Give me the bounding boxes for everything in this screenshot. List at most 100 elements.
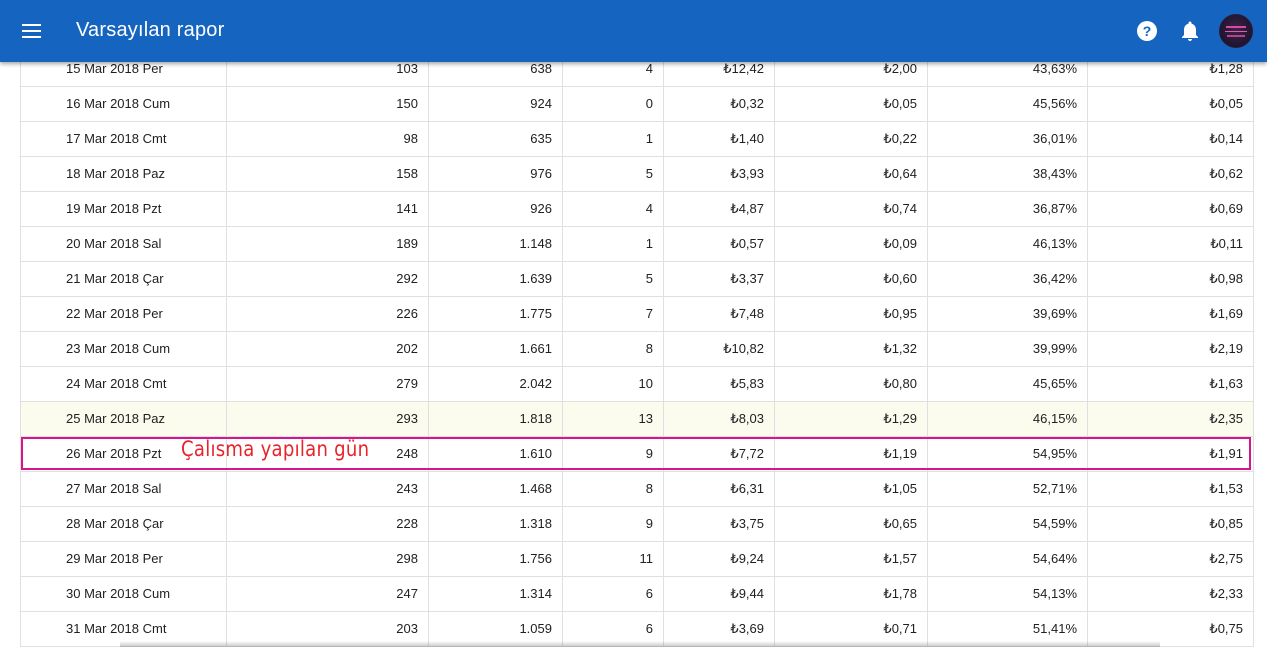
value-cell: 5 (563, 157, 664, 191)
date-cell: 16 Mar 2018 Cum (21, 87, 227, 121)
value-cell: 1 (563, 227, 664, 261)
value-cell: ₺9,24 (664, 542, 775, 576)
value-cell: ₺0,74 (775, 192, 928, 226)
value-cell: 39,69% (928, 297, 1088, 331)
value-cell: ₺0,22 (775, 122, 928, 156)
value-cell: 226 (227, 297, 429, 331)
value-cell: ₺8,03 (664, 402, 775, 436)
value-cell: 150 (227, 87, 429, 121)
value-cell: ₺0,09 (775, 227, 928, 261)
report-table: 15 Mar 2018 Per 103 638 4 ₺12,42 ₺2,00 43,63% ₺… (20, 52, 1254, 647)
value-cell: 6 (563, 577, 664, 611)
value-cell: ₺2,75 (1209, 551, 1243, 566)
value-cell: ₺0,60 (775, 262, 928, 296)
value-cell: 39,99% (928, 332, 1088, 366)
value-cell: ₺1,57 (775, 542, 928, 576)
date-cell: 19 Mar 2018 Pzt (21, 192, 227, 226)
avatar[interactable] (1219, 14, 1253, 48)
value-cell: 46,13% (928, 227, 1088, 261)
table-row[interactable]: 18 Mar 2018 Paz 158 976 5 ₺3,93 ₺0,64 38,43% ₺0… (21, 157, 1253, 192)
table-row[interactable]: 30 Mar 2018 Cum 247 1.314 6 ₺9,44 ₺1,78 54,13%… (21, 577, 1253, 612)
value-cell: ₺6,31 (664, 472, 775, 506)
value-cell: 98 (227, 122, 429, 156)
table-row[interactable]: 28 Mar 2018 Çar 228 1.318 9 ₺3,75 ₺0,65 54,59%… (21, 507, 1253, 542)
date-cell: 30 Mar 2018 Cum (21, 577, 227, 611)
value-cell: 54,13% (928, 577, 1088, 611)
value-cell: 1.318 (429, 507, 563, 541)
value-cell: 298 (227, 542, 429, 576)
value-cell: ₺0,11 (1210, 236, 1243, 251)
value-cell: 8 (563, 472, 664, 506)
value-cell: 926 (429, 192, 563, 226)
value-cell: ₺0,64 (775, 157, 928, 191)
value-cell: 1.818 (429, 402, 563, 436)
menu-icon[interactable] (20, 19, 44, 43)
value-cell: ₺0,62 (1209, 166, 1243, 181)
value-cell: ₺0,57 (664, 227, 775, 261)
app-bar: Varsayılan rapor ? (0, 0, 1267, 62)
value-cell: ₺1,69 (1209, 306, 1243, 321)
value-cell: ₺2,33 (1209, 586, 1243, 601)
value-cell: 1.775 (429, 297, 563, 331)
date-cell: 27 Mar 2018 Sal (21, 472, 227, 506)
value-cell: 54,59% (928, 507, 1088, 541)
table-row[interactable]: 26 Mar 2018 Pzt 248 1.610 9 ₺7,72 ₺1,19 54,95%… (21, 437, 1253, 472)
value-cell: 1.148 (429, 227, 563, 261)
value-cell: 243 (227, 472, 429, 506)
value-cell: 1.639 (429, 262, 563, 296)
value-cell: 228 (227, 507, 429, 541)
value-cell: ₺0,14 (1209, 131, 1243, 146)
value-cell: ₺0,80 (775, 367, 928, 401)
value-cell: ₺1,63 (1209, 376, 1243, 391)
date-cell: 18 Mar 2018 Paz (21, 157, 227, 191)
value-cell: ₺7,72 (664, 437, 775, 471)
date-cell: 22 Mar 2018 Per (21, 297, 227, 331)
value-cell: ₺3,93 (664, 157, 775, 191)
table-body: 15 Mar 2018 Per 103 638 4 ₺12,42 ₺2,00 43,63% ₺… (21, 52, 1253, 647)
table-row[interactable]: 24 Mar 2018 Cmt 279 2.042 10 ₺5,83 ₺0,80 45,65… (21, 367, 1253, 402)
table-row[interactable]: 27 Mar 2018 Sal 243 1.468 8 ₺6,31 ₺1,05 52,71%… (21, 472, 1253, 507)
table-row[interactable]: 21 Mar 2018 Çar 292 1.639 5 ₺3,37 ₺0,60 36,42%… (21, 262, 1253, 297)
value-cell: 13 (563, 402, 664, 436)
value-cell: ₺10,82 (664, 332, 775, 366)
value-cell: 9 (563, 507, 664, 541)
value-cell: ₺1,78 (775, 577, 928, 611)
value-cell: ₺2,19 (1209, 341, 1243, 356)
value-cell: 36,87% (928, 192, 1088, 226)
value-cell: 4 (563, 192, 664, 226)
date-cell: 24 Mar 2018 Cmt (21, 367, 227, 401)
table-row[interactable]: 23 Mar 2018 Cum 202 1.661 8 ₺10,82 ₺1,32 39,99… (21, 332, 1253, 367)
value-cell: ₺1,05 (775, 472, 928, 506)
value-cell: 279 (227, 367, 429, 401)
value-cell: 45,56% (928, 87, 1088, 121)
help-circle-icon[interactable]: ? (1135, 19, 1159, 43)
value-cell: 7 (563, 297, 664, 331)
value-cell: ₺1,40 (664, 122, 775, 156)
table-row[interactable]: 29 Mar 2018 Per 298 1.756 11 ₺9,24 ₺1,57 54,64… (21, 542, 1253, 577)
value-cell: 2.042 (429, 367, 563, 401)
table-row[interactable]: 25 Mar 2018 Paz 293 1.818 13 ₺8,03 ₺1,29 46,15… (21, 402, 1253, 437)
table-row[interactable]: 17 Mar 2018 Cmt 98 635 1 ₺1,40 ₺0,22 36,01% ₺0,… (21, 122, 1253, 157)
date-cell: 20 Mar 2018 Sal (21, 227, 227, 261)
scroll-shadow (120, 641, 1160, 647)
bell-icon[interactable] (1178, 19, 1202, 43)
table-row[interactable]: 22 Mar 2018 Per 226 1.775 7 ₺7,48 ₺0,95 39,69%… (21, 297, 1253, 332)
value-cell: ₺2,35 (1209, 411, 1243, 426)
value-cell: 202 (227, 332, 429, 366)
page-title: Varsayılan rapor (76, 19, 225, 41)
date-cell: 17 Mar 2018 Cmt (21, 122, 227, 156)
value-cell: 11 (563, 542, 664, 576)
value-cell: ₺1,53 (1209, 481, 1243, 496)
value-cell: 10 (563, 367, 664, 401)
table-row[interactable]: 20 Mar 2018 Sal 189 1.148 1 ₺0,57 ₺0,09 46,13%… (21, 227, 1253, 262)
value-cell: ₺7,48 (664, 297, 775, 331)
value-cell: ₺0,65 (775, 507, 928, 541)
table-row[interactable]: 19 Mar 2018 Pzt 141 926 4 ₺4,87 ₺0,74 36,87% ₺0… (21, 192, 1253, 227)
table-row[interactable]: 16 Mar 2018 Cum 150 924 0 ₺0,32 ₺0,05 45,56% ₺0… (21, 87, 1253, 122)
value-cell: 54,95% (928, 437, 1088, 471)
value-cell: 36,42% (928, 262, 1088, 296)
value-cell: 141 (227, 192, 429, 226)
value-cell: 189 (227, 227, 429, 261)
value-cell: ₺0,05 (775, 87, 928, 121)
date-cell: 23 Mar 2018 Cum (21, 332, 227, 366)
